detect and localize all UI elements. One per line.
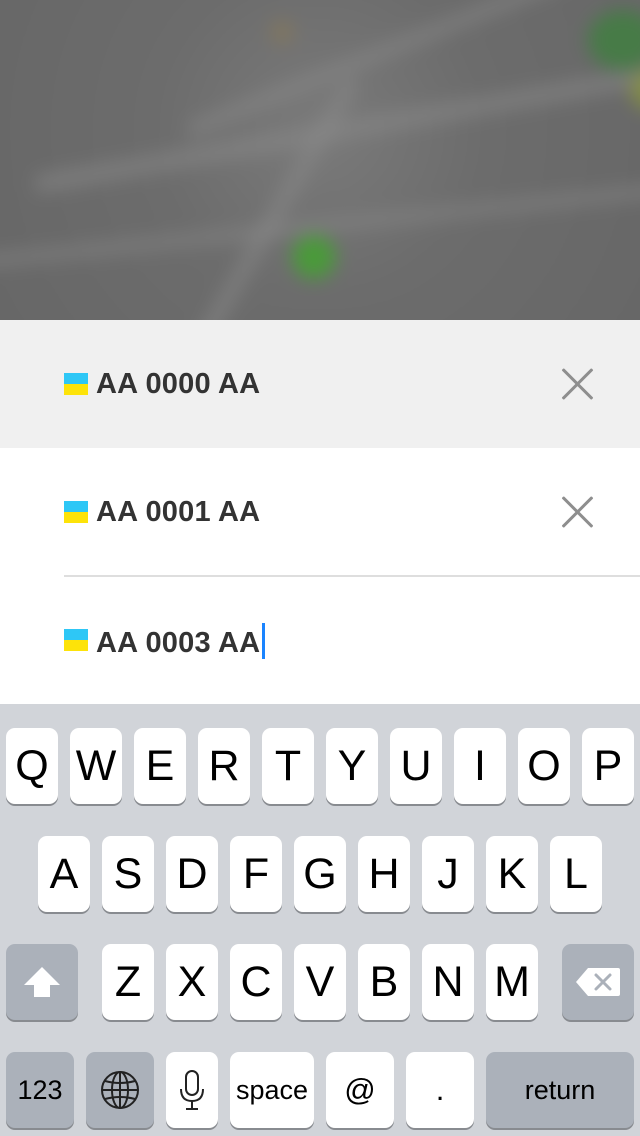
delete-plate-button[interactable] [560, 494, 596, 530]
key-g[interactable]: G [294, 836, 346, 912]
plate-number-input-value: AA 0003 AA [96, 627, 261, 659]
key-m[interactable]: M [486, 944, 538, 1020]
at-key[interactable]: @ [326, 1052, 394, 1128]
key-l[interactable]: L [550, 836, 602, 912]
key-v[interactable]: V [294, 944, 346, 1020]
key-t[interactable]: T [262, 728, 314, 804]
plate-number: AA 0000 AA [96, 368, 261, 400]
key-d[interactable]: D [166, 836, 218, 912]
dictation-key[interactable] [166, 1052, 218, 1128]
plate-number-input[interactable]: AA 0003 AA [96, 623, 266, 660]
plate-row-selected[interactable]: AA 0000 AA [0, 320, 640, 448]
key-f[interactable]: F [230, 836, 282, 912]
key-w[interactable]: W [70, 728, 122, 804]
plate-input-row[interactable]: AA 0003 AA [0, 576, 640, 704]
ukraine-flag-icon [64, 501, 88, 523]
key-o[interactable]: O [518, 728, 570, 804]
key-r[interactable]: R [198, 728, 250, 804]
key-e[interactable]: E [134, 728, 186, 804]
text-cursor [262, 623, 266, 659]
plate-row[interactable]: AA 0001 AA [0, 448, 640, 576]
numbers-key[interactable]: 123 [6, 1052, 74, 1128]
key-c[interactable]: C [230, 944, 282, 1020]
ukraine-flag-icon [64, 629, 88, 651]
backspace-key[interactable] [562, 944, 634, 1020]
key-x[interactable]: X [166, 944, 218, 1020]
key-u[interactable]: U [390, 728, 442, 804]
key-i[interactable]: I [454, 728, 506, 804]
key-y[interactable]: Y [326, 728, 378, 804]
key-k[interactable]: K [486, 836, 538, 912]
key-p[interactable]: P [582, 728, 634, 804]
globe-key[interactable] [86, 1052, 154, 1128]
key-j[interactable]: J [422, 836, 474, 912]
backspace-icon [576, 968, 620, 996]
key-a[interactable]: A [38, 836, 90, 912]
keyboard: Q W E R T Y U I O P A S D F G H J K L Z … [0, 704, 640, 1136]
microphone-icon [180, 1070, 204, 1110]
key-s[interactable]: S [102, 836, 154, 912]
globe-icon [101, 1071, 139, 1109]
map-background [0, 0, 640, 320]
delete-plate-button[interactable] [560, 366, 596, 402]
ukraine-flag-icon [64, 373, 88, 395]
key-h[interactable]: H [358, 836, 410, 912]
key-z[interactable]: Z [102, 944, 154, 1020]
shift-icon [24, 967, 60, 997]
key-q[interactable]: Q [6, 728, 58, 804]
key-b[interactable]: B [358, 944, 410, 1020]
shift-key[interactable] [6, 944, 78, 1020]
space-key[interactable]: space [230, 1052, 314, 1128]
plate-number: AA 0001 AA [96, 496, 261, 528]
period-key[interactable]: . [406, 1052, 474, 1128]
key-n[interactable]: N [422, 944, 474, 1020]
return-key[interactable]: return [486, 1052, 634, 1128]
